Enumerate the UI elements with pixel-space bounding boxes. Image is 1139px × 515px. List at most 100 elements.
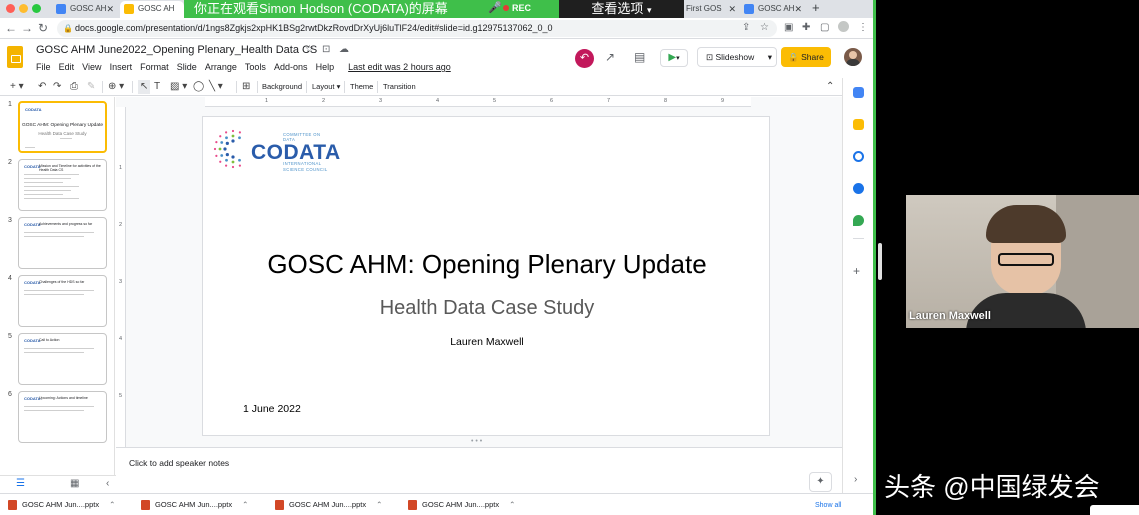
panel-resize-handle[interactable] xyxy=(878,243,882,280)
back-icon[interactable]: ← xyxy=(5,21,17,35)
slide-thumbnail[interactable]: CODATA Achievements and progress so far xyxy=(18,217,107,269)
add-addon-icon[interactable]: + xyxy=(853,264,860,278)
background-button[interactable]: Background xyxy=(262,81,302,93)
avatar[interactable] xyxy=(844,48,862,66)
paint-format-icon[interactable]: ✎ xyxy=(87,80,95,94)
meet-button[interactable]: ▶▾ xyxy=(660,49,688,67)
download-item[interactable]: GOSC AHM Jun....pptx ⌃ xyxy=(141,500,248,510)
slide-thumbnail[interactable]: CODATA Upcoming: Actions and timeline xyxy=(18,391,107,443)
line-icon[interactable]: ╲ ▾ xyxy=(209,80,223,94)
version-history-icon[interactable]: ↶ xyxy=(575,49,594,68)
last-edit-link[interactable]: Last edit was 2 hours ago xyxy=(348,62,451,72)
menu-slide[interactable]: Slide xyxy=(177,62,197,72)
close-tab-icon[interactable]: ✕ xyxy=(106,1,114,17)
tasks-icon[interactable] xyxy=(853,151,864,162)
forward-icon[interactable]: → xyxy=(21,21,33,35)
minimize-window-icon[interactable] xyxy=(19,4,28,13)
collapse-filmstrip-icon[interactable]: ‹ xyxy=(106,478,109,489)
sidebar-icon[interactable]: ▢ xyxy=(820,22,829,33)
menu-view[interactable]: View xyxy=(82,62,101,72)
calendar-icon[interactable] xyxy=(853,87,864,98)
collapse-toolbar-icon[interactable]: ⌃ xyxy=(826,80,834,94)
close-tab-icon[interactable]: ✕ xyxy=(794,1,802,17)
browser-tab[interactable]: GOSC AH ✕ xyxy=(52,1,118,18)
comment-icon[interactable]: ⊞ xyxy=(242,80,250,94)
show-all-downloads-link[interactable]: Show all xyxy=(815,502,841,509)
print-icon[interactable]: ⎙ xyxy=(70,80,78,94)
chevron-up-icon[interactable]: ⌃ xyxy=(109,500,115,509)
browser-tab[interactable]: GOSC AH ✕ xyxy=(740,1,806,18)
chevron-down-icon[interactable]: ▾ xyxy=(768,48,772,66)
chevron-up-icon[interactable]: ⌃ xyxy=(242,500,248,509)
close-window-icon[interactable] xyxy=(6,4,15,13)
transition-button[interactable]: Transition xyxy=(383,81,416,93)
theme-button[interactable]: Theme xyxy=(350,81,373,93)
slide-thumbnail[interactable]: CODATA GOSC AHM: Opening Plenary Update He… xyxy=(18,101,107,153)
slide-date[interactable]: 1 June 2022 xyxy=(243,403,301,415)
slide-editor[interactable]: 1 2 3 4 5 6 7 8 9 1 2 3 4 5 CODATA COMMITTEE ON DATA… xyxy=(116,97,842,447)
move-folder-icon[interactable]: ⊡ xyxy=(322,44,330,55)
slide-subtitle[interactable]: Health Data Case Study xyxy=(203,297,771,320)
profile-icon[interactable] xyxy=(838,21,849,32)
layout-button[interactable]: Layout ▾ xyxy=(312,81,340,93)
chevron-up-icon[interactable]: ⌃ xyxy=(509,500,515,509)
maps-icon[interactable] xyxy=(853,215,864,226)
menu-format[interactable]: Format xyxy=(140,62,169,72)
menu-insert[interactable]: Insert xyxy=(110,62,133,72)
view-options-button[interactable]: 查看选项 ▾ xyxy=(559,0,684,18)
undo-icon[interactable]: ↶ xyxy=(38,80,46,94)
select-cursor-icon[interactable]: ↖ xyxy=(138,80,151,94)
download-item[interactable]: GOSC AHM Jun....pptx ⌃ xyxy=(275,500,382,510)
explore-button[interactable]: ✦ xyxy=(809,472,832,492)
bookmark-star-icon[interactable]: ☆ xyxy=(760,22,769,33)
slides-logo-icon[interactable] xyxy=(7,46,23,68)
image-icon[interactable]: ▨ ▾ xyxy=(170,80,187,94)
slide-title[interactable]: GOSC AHM: Opening Plenary Update xyxy=(203,249,771,280)
url-field[interactable]: 🔒 docs.google.com/presentation/d/1ngs8Zg… xyxy=(57,20,777,37)
activity-trend-icon[interactable]: ↗ xyxy=(605,50,615,64)
new-slide-icon[interactable]: + ▾ xyxy=(10,80,24,94)
contacts-icon[interactable] xyxy=(853,183,864,194)
chevron-up-icon[interactable]: ⌃ xyxy=(376,500,382,509)
puzzle-icon[interactable]: ✚ xyxy=(802,22,810,33)
list-view-icon[interactable]: ☰ xyxy=(16,478,25,489)
slide-filmstrip[interactable]: 1 CODATA GOSC AHM: Opening Plenary Update H… xyxy=(0,97,115,475)
maximize-window-icon[interactable] xyxy=(32,4,41,13)
more-icon[interactable]: ⋮ xyxy=(858,22,868,33)
participant-video[interactable]: Lauren Maxwell xyxy=(906,195,1139,328)
menu-arrange[interactable]: Arrange xyxy=(205,62,237,72)
doc-title[interactable]: GOSC AHM June2022_Opening Plenary_Health… xyxy=(36,44,317,56)
text-box-icon[interactable]: T xyxy=(154,80,160,94)
extension-icon[interactable]: ▣ xyxy=(784,22,793,33)
keep-icon[interactable] xyxy=(853,119,864,130)
reload-icon[interactable]: ↻ xyxy=(38,21,48,35)
download-item[interactable]: GOSC AHM Jun....pptx ⌃ xyxy=(8,500,115,510)
share-button[interactable]: 🔒 Share xyxy=(781,47,831,67)
menu-tools[interactable]: Tools xyxy=(245,62,266,72)
browser-tab[interactable]: First GOS ✕ xyxy=(684,1,740,18)
slideshow-button[interactable]: ⊡ Slideshow ▾ xyxy=(697,47,777,67)
menu-addons[interactable]: Add-ons xyxy=(274,62,308,72)
slide-thumbnail[interactable]: CODATA Call to Action xyxy=(18,333,107,385)
zoom-icon[interactable]: ⊕ ▾ xyxy=(108,80,124,94)
download-item[interactable]: GOSC AHM Jun....pptx ⌃ xyxy=(408,500,515,510)
redo-icon[interactable]: ↷ xyxy=(53,80,61,94)
speaker-notes[interactable]: Click to add speaker notes xyxy=(116,447,842,493)
slide-canvas[interactable]: CODATA COMMITTEE ON DATA INTERNATIONAL S… xyxy=(202,116,770,436)
notes-resize-handle[interactable]: • • • xyxy=(471,438,482,445)
slide-thumbnail[interactable]: CODATA Mission and Timeline for activitie… xyxy=(18,159,107,211)
shape-icon[interactable]: ◯ xyxy=(193,80,204,94)
new-tab-button[interactable]: + xyxy=(812,0,820,15)
grid-view-icon[interactable]: ▦ xyxy=(70,478,79,489)
slide-author[interactable]: Lauren Maxwell xyxy=(203,336,771,348)
menu-file[interactable]: File xyxy=(36,62,51,72)
expand-panel-icon[interactable]: › xyxy=(854,474,857,485)
star-icon[interactable]: ☆ xyxy=(305,44,314,55)
browser-tab-active[interactable]: GOSC AH xyxy=(120,1,184,18)
menu-help[interactable]: Help xyxy=(316,62,335,72)
codata-logo[interactable]: CODATA COMMITTEE ON DATA INTERNATIONAL S… xyxy=(213,127,340,173)
share-page-icon[interactable]: ⇪ xyxy=(742,22,750,33)
menu-edit[interactable]: Edit xyxy=(59,62,75,72)
close-tab-icon[interactable]: ✕ xyxy=(728,1,736,17)
comments-icon[interactable]: ▤ xyxy=(634,50,645,64)
